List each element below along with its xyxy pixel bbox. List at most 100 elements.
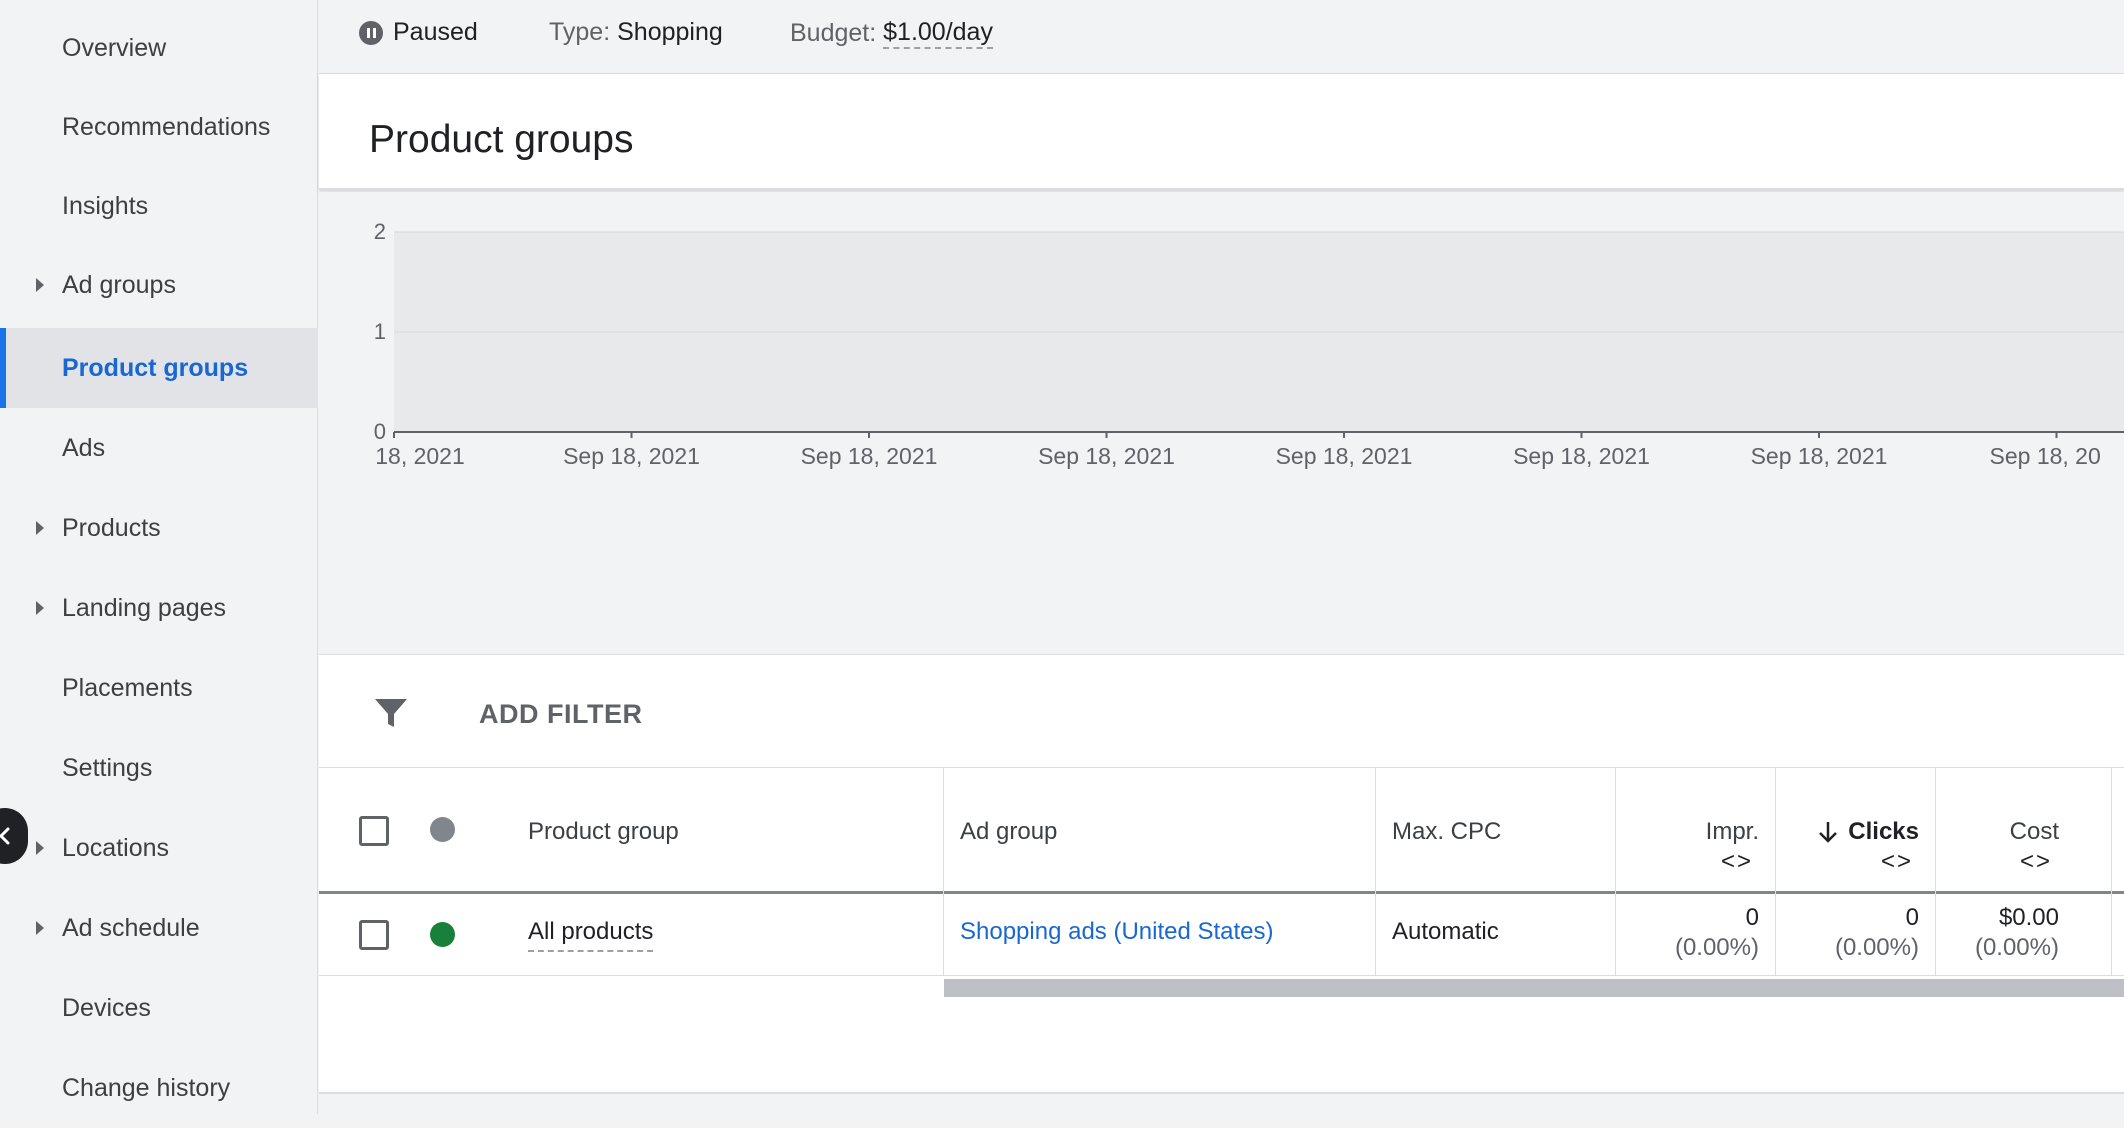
column-divider [1775,894,1776,976]
ad-group-link[interactable]: Shopping ads (United States) [960,918,1274,946]
x-tick-label: Sep 18, 2021 [801,443,938,469]
column-divider [1935,894,1936,976]
add-filter-button[interactable]: ADD FILTER [479,699,642,730]
x-tick-label: Sep 18, 2021 [1038,443,1175,469]
sidebar-item-label: Landing pages [62,593,227,622]
sidebar-item-label: Ad schedule [62,913,200,942]
chevron-left-icon [0,827,10,845]
sidebar-item-product-groups[interactable]: Product groups [0,328,318,408]
campaign-budget[interactable]: Budget: $1.00/day [790,18,993,49]
page-header: Product groups [319,74,2124,190]
horizontal-scrollbar[interactable] [944,979,2124,997]
column-divider [2111,768,2112,894]
column-divider [1615,768,1616,894]
header-impr[interactable]: Impr. [1639,818,1759,846]
column-resize-handle[interactable]: <> [1721,848,1753,876]
max-cpc-cell[interactable]: Automatic [1392,918,1499,946]
sidebar-item-change-history[interactable]: Change history [0,1048,318,1128]
pause-icon [359,20,383,45]
column-divider [1775,768,1776,894]
sidebar-item-overview[interactable]: Overview [0,8,318,88]
header-clicks[interactable]: Clicks [1839,818,1919,846]
filter-icon[interactable] [373,695,409,731]
expand-caret-icon[interactable] [36,601,44,615]
y-tick-label: 0 [374,419,386,444]
expand-caret-icon[interactable] [36,278,44,292]
expand-caret-icon[interactable] [36,521,44,535]
product-group-cell[interactable]: All products [528,918,654,952]
sidebar-item-label: Recommendations [62,112,271,141]
filter-bar: ADD FILTER [319,654,2124,768]
row-checkbox[interactable] [359,920,389,950]
campaign-type-label: Type: [549,18,611,46]
column-divider [1935,768,1936,894]
sidebar-item-landing-pages[interactable]: Landing pages [0,568,318,648]
sidebar-item-ad-groups[interactable]: Ad groups [0,245,318,325]
x-tick-label: Sep 18, 20 [1990,443,2101,469]
sidebar-item-settings[interactable]: Settings [0,728,318,808]
column-resize-handle[interactable]: <> [2020,848,2052,876]
campaign-status-bar: Paused Type: Shopping Budget: $1.00/day [319,0,2124,74]
campaign-budget-value[interactable]: $1.00/day [883,18,993,49]
clicks-value: 0 [1905,904,1919,931]
column-divider [943,894,944,976]
column-divider [1615,894,1616,976]
expand-caret-icon[interactable] [36,921,44,935]
column-divider [1375,768,1376,894]
cost-cell: $0.00 (0.00%) [1939,904,2059,962]
sidebar-item-label: Product groups [62,353,249,382]
impr-value: 0 [1745,904,1759,931]
sidebar-item-label: Ads [62,433,106,462]
x-tick-label: Sep 18, 2021 [1276,443,1413,469]
header-cost[interactable]: Cost [1959,818,2059,846]
sidebar-item-label: Devices [62,993,151,1022]
column-resize-handle[interactable]: <> [1881,848,1913,876]
sidebar-item-label: Ad groups [62,270,176,299]
column-divider [2111,894,2112,976]
x-tick-label: 18, 2021 [375,443,465,469]
x-tick-label: Sep 18, 2021 [1513,443,1650,469]
header-ad-group[interactable]: Ad group [960,818,1057,846]
sidebar-item-ad-schedule[interactable]: Ad schedule [0,888,318,968]
select-all-checkbox[interactable] [359,816,389,846]
sidebar-item-devices[interactable]: Devices [0,968,318,1048]
header-product-group[interactable]: Product group [528,818,679,846]
column-divider [1375,894,1376,976]
clicks-cell: 0 (0.00%) [1779,904,1919,962]
sort-descending-icon[interactable] [1817,820,1839,844]
impr-percent: (0.00%) [1674,934,1759,961]
sidebar: Overview Recommendations Insights Ad gro… [0,0,318,1114]
x-tick-label: Sep 18, 2021 [563,443,700,469]
table-row[interactable]: All products Shopping ads (United States… [319,894,2124,976]
sidebar-item-locations[interactable]: Locations [0,808,318,888]
expand-caret-icon[interactable] [36,841,44,855]
sidebar-item-products[interactable]: Products [0,488,318,568]
campaign-type-value: Shopping [617,18,723,46]
sidebar-item-placements[interactable]: Placements [0,648,318,728]
cost-percent: (0.00%) [1974,934,2059,961]
sidebar-item-insights[interactable]: Insights [0,166,318,246]
status-header-dot[interactable] [430,817,455,842]
campaign-budget-label: Budget: [790,19,877,47]
performance-chart: 0 1 2 18, 2021 Sep 18, 2021 Sep 18, 2021 Sep 1… [319,192,2124,654]
y-tick-label: 2 [374,219,386,244]
enabled-status-dot[interactable] [430,922,455,947]
sidebar-item-label: Settings [62,753,153,782]
campaign-status-label: Paused [393,18,478,46]
page-title: Product groups [369,118,634,161]
header-max-cpc[interactable]: Max. CPC [1392,818,1501,846]
sidebar-item-label: Products [62,513,161,542]
sidebar-item-label: Change history [62,1073,231,1102]
sidebar-item-recommendations[interactable]: Recommendations [0,87,318,167]
impr-cell: 0 (0.00%) [1619,904,1759,962]
sidebar-item-label: Overview [62,33,167,62]
table-header: Product group Ad group Max. CPC Impr. <>… [319,768,2124,894]
campaign-type: Type: Shopping [549,18,723,47]
column-divider [943,768,944,894]
sidebar-item-label: Insights [62,191,149,220]
cost-value: $0.00 [1998,904,2059,931]
campaign-status[interactable]: Paused [359,18,478,47]
clicks-percent: (0.00%) [1834,934,1919,961]
chart-svg: 0 1 2 18, 2021 Sep 18, 2021 Sep 18, 2021 Sep 1… [374,219,2124,469]
sidebar-item-ads[interactable]: Ads [0,408,318,488]
